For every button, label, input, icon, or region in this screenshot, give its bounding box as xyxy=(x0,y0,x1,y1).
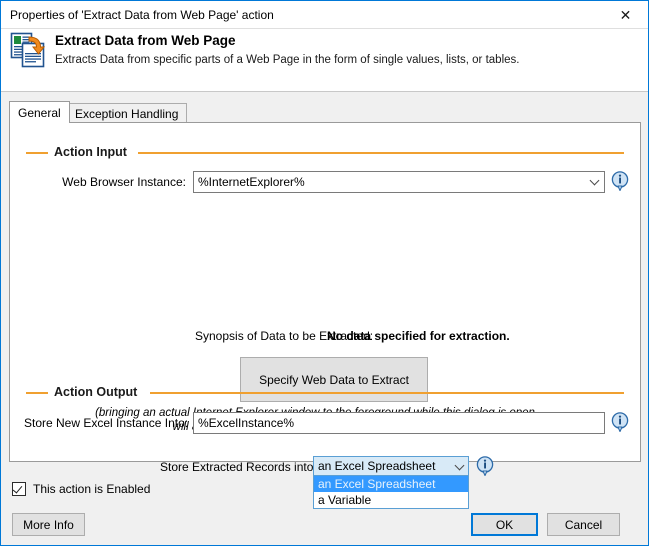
header-title: Extract Data from Web Page xyxy=(55,33,236,48)
store-records-dropdown-list[interactable]: an Excel Spreadsheet a Variable xyxy=(313,476,469,509)
tab-panel-seam xyxy=(10,122,65,123)
close-button[interactable]: ✕ xyxy=(603,1,648,28)
info-icon-store-records[interactable] xyxy=(476,456,494,477)
store-excel-instance-label: Store New Excel Instance Into: xyxy=(24,416,189,430)
store-records-combobox[interactable]: an Excel Spreadsheet xyxy=(313,456,469,476)
properties-dialog: Properties of 'Extract Data from Web Pag… xyxy=(0,0,649,546)
dropdown-option-excel-spreadsheet[interactable]: an Excel Spreadsheet xyxy=(314,476,468,492)
header-description: Extracts Data from specific parts of a W… xyxy=(55,54,520,66)
group-action-output-label: Action Output xyxy=(54,385,143,399)
group-action-input-label: Action Input xyxy=(54,145,132,159)
group-action-output: Action Output xyxy=(10,385,640,399)
web-browser-instance-label: Web Browser Instance: xyxy=(62,175,186,189)
ok-button[interactable]: OK xyxy=(471,513,538,536)
store-excel-instance-input[interactable]: %ExcelInstance% xyxy=(193,412,605,434)
tab-panel-general: Action Input Web Browser Instance: %Inte… xyxy=(9,122,641,509)
title-bar: Properties of 'Extract Data from Web Pag… xyxy=(1,1,648,29)
window-title: Properties of 'Extract Data from Web Pag… xyxy=(10,8,274,22)
group-action-input: Action Input xyxy=(10,145,640,159)
web-browser-instance-input[interactable]: %InternetExplorer% xyxy=(193,171,605,193)
chevron-down-icon-store-records[interactable] xyxy=(451,457,467,477)
info-icon-store-excel-instance[interactable] xyxy=(611,412,629,433)
group-rule-right-output xyxy=(150,392,624,394)
store-records-label: Store Extracted Records into xyxy=(160,460,314,474)
info-icon-web-browser-instance[interactable] xyxy=(611,171,629,192)
chevron-down-icon[interactable] xyxy=(586,172,602,192)
group-rule-left-output xyxy=(26,392,48,394)
extract-data-icon xyxy=(10,32,46,68)
tab-general[interactable]: General xyxy=(9,101,70,123)
enabled-checkbox[interactable] xyxy=(12,482,26,496)
group-rule-left xyxy=(26,152,48,154)
enabled-checkbox-row[interactable]: This action is Enabled xyxy=(12,482,150,496)
tab-exception-handling[interactable]: Exception Handling xyxy=(66,103,188,123)
group-rule-right xyxy=(138,152,624,154)
dropdown-option-variable[interactable]: a Variable xyxy=(314,492,468,508)
more-info-button[interactable]: More Info xyxy=(12,513,85,536)
enabled-checkbox-label: This action is Enabled xyxy=(33,482,151,496)
synopsis-value: No data specified for extraction. xyxy=(327,329,510,343)
tab-strip: General Exception Handling xyxy=(9,101,641,123)
close-icon: ✕ xyxy=(619,6,632,23)
cancel-button[interactable]: Cancel xyxy=(547,513,620,536)
action-header: Extract Data from Web Page Extracts Data… xyxy=(1,29,648,92)
